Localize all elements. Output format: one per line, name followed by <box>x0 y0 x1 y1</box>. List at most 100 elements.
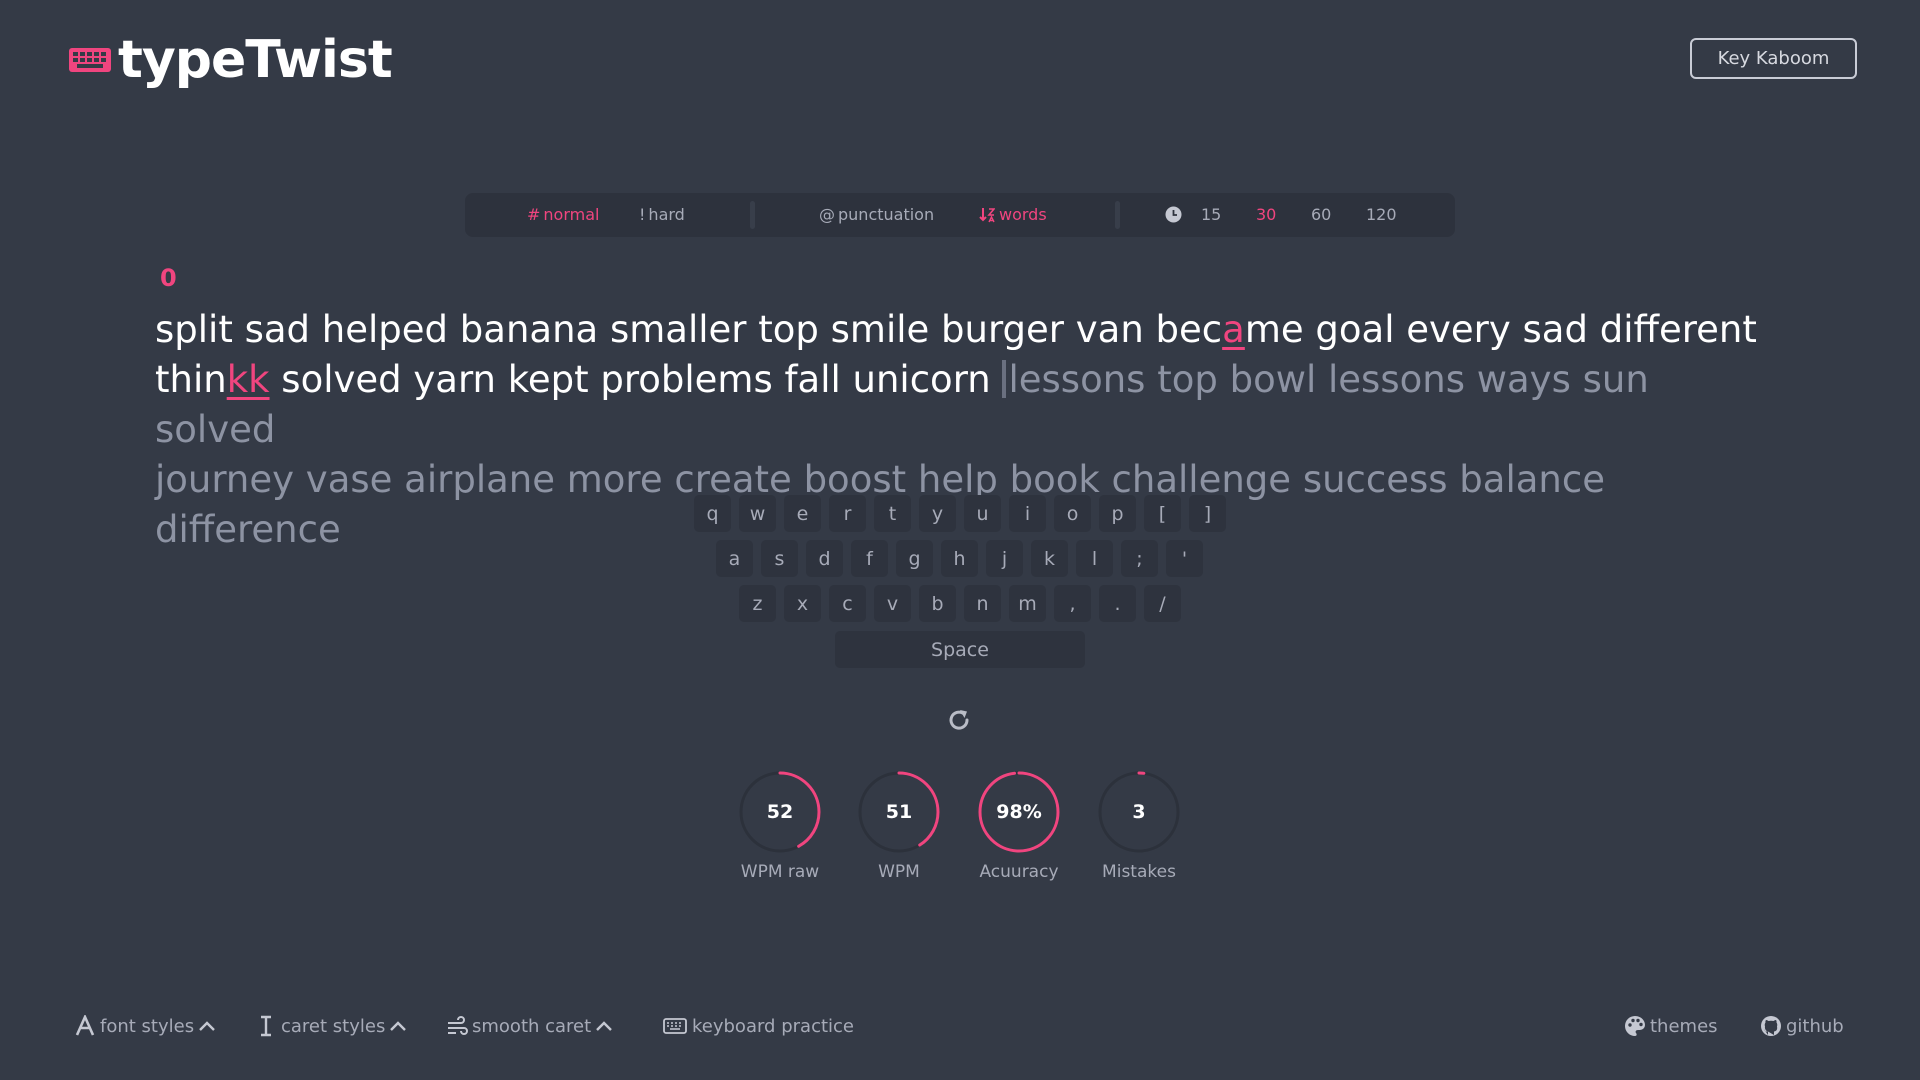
key-semicolon[interactable]: ; <box>1121 540 1158 577</box>
clock-icon-wrap <box>1165 206 1182 223</box>
accuracy-value: 98% <box>996 801 1042 823</box>
key-c[interactable]: c <box>829 585 866 622</box>
key-slash[interactable]: / <box>1144 585 1181 622</box>
sort-icon <box>979 208 995 223</box>
caret-styles-label: caret styles <box>281 1015 386 1037</box>
key-q[interactable]: q <box>694 495 731 532</box>
key-n[interactable]: n <box>964 585 1001 622</box>
key-h[interactable]: h <box>941 540 978 577</box>
exclamation-symbol: ! <box>639 205 646 224</box>
palette-icon <box>1625 1016 1645 1036</box>
key-f[interactable]: f <box>851 540 888 577</box>
github-icon <box>1761 1016 1781 1036</box>
mode-hard[interactable]: ! hard <box>639 205 685 224</box>
duration-30[interactable]: 30 <box>1256 205 1276 224</box>
wpm-raw-value: 52 <box>766 801 794 823</box>
key-k[interactable]: k <box>1031 540 1068 577</box>
key-period[interactable]: . <box>1099 585 1136 622</box>
accuracy-label: Acuuracy <box>979 862 1059 882</box>
key-z[interactable]: z <box>739 585 776 622</box>
hash-symbol: # <box>527 205 541 224</box>
key-u[interactable]: u <box>964 495 1001 532</box>
key-d[interactable]: d <box>806 540 843 577</box>
themes-button[interactable]: themes <box>1624 1015 1718 1037</box>
duration-60[interactable]: 60 <box>1311 205 1331 224</box>
stat-mistakes: 3 Mistakes <box>1079 770 1199 882</box>
word-counter: 0 <box>160 264 177 292</box>
option-punctuation[interactable]: @ punctuation <box>819 205 934 224</box>
font-styles-button[interactable]: font styles <box>74 1015 216 1037</box>
app-header: typeTwist <box>68 30 393 90</box>
key-b[interactable]: b <box>919 585 956 622</box>
key-space[interactable]: Space <box>835 631 1085 668</box>
key-y[interactable]: y <box>919 495 956 532</box>
duration-15[interactable]: 15 <box>1201 205 1221 224</box>
at-symbol: @ <box>819 205 835 224</box>
key-l[interactable]: l <box>1076 540 1113 577</box>
key-j[interactable]: j <box>986 540 1023 577</box>
keyboard-practice-label: keyboard practice <box>692 1015 854 1037</box>
wind-icon <box>448 1016 468 1035</box>
typed-text: solved yarn kept problems fall unicorn <box>269 358 1003 401</box>
key-s[interactable]: s <box>761 540 798 577</box>
keyboard-row-2: a s d f g h j k l ; ' <box>716 540 1203 577</box>
stat-accuracy: 98% Acuuracy <box>959 770 1079 882</box>
wpm-value: 51 <box>885 801 913 823</box>
themes-label: themes <box>1650 1015 1718 1037</box>
github-label: github <box>1786 1015 1844 1037</box>
key-w[interactable]: w <box>739 495 776 532</box>
key-i[interactable]: i <box>1009 495 1046 532</box>
keyboard-row-3: z x c v b n m , . / <box>739 585 1181 622</box>
toolbar-divider <box>1115 201 1120 229</box>
mode-normal[interactable]: # normal <box>527 205 599 224</box>
key-e[interactable]: e <box>784 495 821 532</box>
key-quote[interactable]: ' <box>1166 540 1203 577</box>
chevron-up-icon <box>199 1021 215 1031</box>
caret-styles-button[interactable]: caret styles <box>255 1015 407 1037</box>
key-t[interactable]: t <box>874 495 911 532</box>
option-words[interactable]: words <box>979 205 1047 224</box>
key-p[interactable]: p <box>1099 495 1136 532</box>
duration-120[interactable]: 120 <box>1366 205 1397 224</box>
option-punctuation-label: punctuation <box>838 205 935 224</box>
wpm-label: WPM <box>878 862 920 882</box>
key-g[interactable]: g <box>896 540 933 577</box>
text-line-1: split sad helped banana smaller top smil… <box>155 305 1765 355</box>
smooth-caret-button[interactable]: smooth caret <box>446 1015 613 1037</box>
keyboard-practice-button[interactable]: keyboard practice <box>662 1015 854 1037</box>
typed-text: me goal every sad different <box>1244 308 1757 351</box>
key-kaboom-button[interactable]: Key Kaboom <box>1690 38 1857 79</box>
stat-wpm: 51 WPM <box>839 770 959 882</box>
typed-text: thin <box>155 358 227 401</box>
key-open-bracket[interactable]: [ <box>1144 495 1181 532</box>
github-link[interactable]: github <box>1760 1015 1844 1037</box>
font-icon <box>75 1015 95 1036</box>
chevron-up-icon <box>390 1021 407 1031</box>
mode-hard-label: hard <box>648 205 685 224</box>
key-comma[interactable]: , <box>1054 585 1091 622</box>
text-line-2: thinkk solved yarn kept problems fall un… <box>155 355 1765 455</box>
app-title[interactable]: typeTwist <box>118 30 393 90</box>
key-v[interactable]: v <box>874 585 911 622</box>
restart-icon[interactable] <box>946 707 972 733</box>
keyboard-row-1: q w e r t y u i o p [ ] <box>694 495 1226 532</box>
key-m[interactable]: m <box>1009 585 1046 622</box>
test-config-toolbar: # normal ! hard @ punctuation words 15 3… <box>465 193 1455 237</box>
key-r[interactable]: r <box>829 495 866 532</box>
clock-icon <box>1165 206 1182 223</box>
stat-wpm-raw: 52 WPM raw <box>720 770 840 882</box>
toolbar-divider <box>750 201 755 229</box>
wpm-raw-label: WPM raw <box>740 862 820 882</box>
smooth-caret-label: smooth caret <box>472 1015 592 1037</box>
key-a[interactable]: a <box>716 540 753 577</box>
error-char: a <box>1222 308 1245 351</box>
typed-text: split sad helped banana smaller top smil… <box>155 308 1223 351</box>
option-words-label: words <box>999 205 1047 224</box>
key-close-bracket[interactable]: ] <box>1189 495 1226 532</box>
mistakes-label: Mistakes <box>1102 862 1176 882</box>
mistakes-value: 3 <box>1132 801 1146 823</box>
text-caret <box>1002 360 1007 398</box>
key-x[interactable]: x <box>784 585 821 622</box>
text-cursor-icon <box>261 1015 271 1037</box>
key-o[interactable]: o <box>1054 495 1091 532</box>
